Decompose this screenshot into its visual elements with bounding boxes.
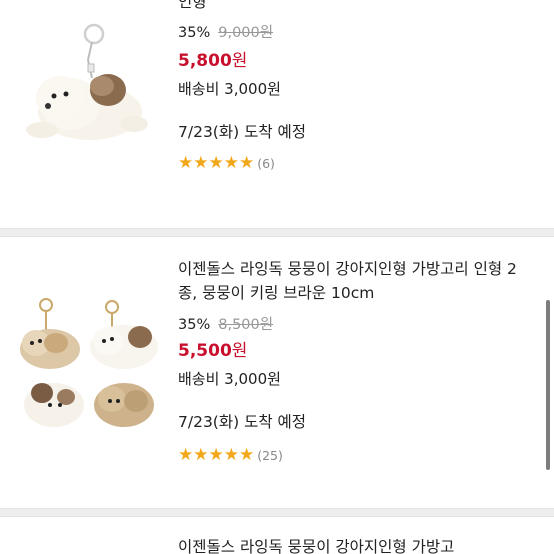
discount-rate: 35% — [178, 25, 211, 41]
original-price: 8,500원 — [218, 317, 274, 333]
original-price: 9,000원 — [218, 25, 274, 41]
discount-row: 35% 9,000원 — [178, 22, 534, 44]
sale-price: 5,800원 — [178, 48, 534, 74]
product-title[interactable]: 이젠돌스 라잉독 뭉뭉이 강아지인형 가방고리 인형 2종, 뭉뭉이 키링 브라… — [178, 257, 534, 305]
plush-dog-image — [26, 23, 148, 140]
discount-rate: 35% — [178, 317, 211, 333]
price-value: 5,500 — [178, 341, 232, 361]
rating: ★★★★★ (6) — [178, 152, 534, 174]
star-icon: ★★★★★ — [178, 153, 255, 173]
product-title[interactable]: 인형 — [178, 0, 534, 14]
product-card[interactable]: 이젠돌스 라잉독 뭉뭉이 강아지인형 가방고리 인형 2종, 뭉뭉이 키링 브라… — [0, 237, 554, 508]
review-count: (6) — [257, 155, 275, 171]
review-count: (25) — [257, 447, 283, 463]
price-unit: 원 — [231, 341, 248, 361]
product-image[interactable] — [12, 20, 162, 170]
arrival-date: 7/23(화) 도착 예정 — [178, 123, 307, 141]
product-card[interactable]: 이젠돌스 라잉독 뭉뭉이 강아지인형 가방고 — [0, 517, 554, 554]
price-value: 5,800 — [178, 51, 232, 71]
product-image[interactable] — [12, 297, 162, 447]
section-divider — [0, 228, 554, 237]
plush-dog-set-image — [20, 298, 158, 427]
product-info: 인형 35% 9,000원 5,800원 배송비 3,000원 7/23(화) 도… — [178, 0, 534, 174]
shipping-fee: 배송비 3,000원 — [178, 80, 281, 98]
scrollbar[interactable] — [546, 300, 550, 470]
product-title[interactable]: 이젠돌스 라잉독 뭉뭉이 강아지인형 가방고 — [178, 535, 534, 554]
product-card[interactable]: 인형 35% 9,000원 5,800원 배송비 3,000원 7/23(화) 도… — [0, 0, 554, 228]
product-info: 이젠돌스 라잉독 뭉뭉이 강아지인형 가방고리 인형 2종, 뭉뭉이 키링 브라… — [178, 257, 534, 466]
discount-row: 35% 8,500원 — [178, 314, 534, 336]
shipping-fee: 배송비 3,000원 — [178, 370, 281, 388]
arrival-date: 7/23(화) 도착 예정 — [178, 413, 307, 431]
star-icon: ★★★★★ — [178, 445, 255, 465]
rating: ★★★★★ (25) — [178, 444, 534, 466]
sale-price: 5,500원 — [178, 338, 534, 364]
price-unit: 원 — [231, 51, 248, 71]
product-info: 이젠돌스 라잉독 뭉뭉이 강아지인형 가방고 — [178, 535, 534, 554]
section-divider — [0, 508, 554, 517]
